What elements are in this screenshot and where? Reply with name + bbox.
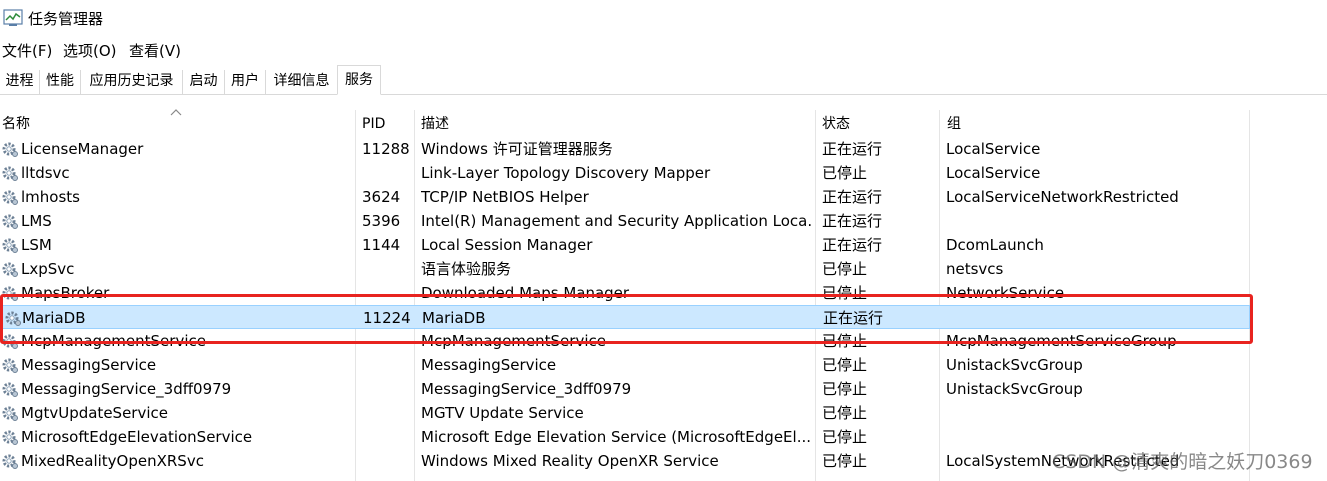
title-bar: 任务管理器 (0, 0, 1327, 38)
cell-status: 正在运行 (822, 188, 883, 206)
gear-icon (2, 238, 18, 253)
watermark: CSDN @清爽的暗之妖刀0369 (1052, 451, 1313, 473)
cell-group: LocalService (946, 164, 1041, 182)
gear-icon (2, 358, 18, 373)
table-header: 名称 PID 描述 状态 组 (0, 110, 1327, 136)
column-header-pid[interactable]: PID (362, 114, 385, 134)
cell-name: MessagingService_3dff0979 (21, 380, 232, 398)
table-row[interactable]: MicrosoftEdgeElevationService Microsoft … (0, 425, 1250, 449)
cell-description: Windows 许可证管理器服务 (421, 140, 613, 158)
menu-options[interactable]: 选项(O) (63, 41, 117, 61)
gear-icon (2, 214, 18, 229)
cell-pid: 3624 (362, 188, 401, 206)
gear-icon (2, 190, 18, 205)
cell-group: UnistackSvcGroup (946, 356, 1083, 374)
menu-view[interactable]: 查看(V) (129, 41, 181, 61)
cell-description: MessagingService_3dff0979 (421, 380, 632, 398)
table-row[interactable]: lmhosts 3624 TCP/IP NetBIOS Helper 正在运行 … (0, 185, 1250, 209)
table-row[interactable]: MessagingService_3dff0979 MessagingServi… (0, 377, 1250, 401)
tab-startup[interactable]: 启动 (182, 70, 224, 94)
cell-name: MgtvUpdateService (21, 404, 168, 422)
table-row[interactable]: LMS 5396 Intel(R) Management and Securit… (0, 209, 1250, 233)
cell-group: LocalServiceNetworkRestricted (946, 188, 1179, 206)
tab-strip: 进程 性能 应用历史记录 启动 用户 详细信息 服务 (0, 64, 1327, 95)
table-row[interactable]: lltdsvc Link-Layer Topology Discovery Ma… (0, 161, 1250, 185)
cell-name: LSM (21, 236, 52, 254)
table-row[interactable]: LSM 1144 Local Session Manager 正在运行 Dcom… (0, 233, 1250, 257)
column-header-description[interactable]: 描述 (421, 114, 449, 134)
cell-description: MGTV Update Service (421, 404, 584, 422)
cell-name: LMS (21, 212, 52, 230)
column-header-name[interactable]: 名称 (2, 114, 30, 134)
gear-icon (2, 142, 18, 157)
cell-status: 正在运行 (822, 140, 883, 158)
cell-status: 已停止 (822, 260, 868, 278)
gear-icon (2, 382, 18, 397)
table-row[interactable]: LicenseManager 11288 Windows 许可证管理器服务 正在… (0, 137, 1250, 161)
menu-bar: 文件(F) 选项(O) 查看(V) (0, 38, 1327, 62)
cell-description: MessagingService (421, 356, 557, 374)
cell-description: Windows Mixed Reality OpenXR Service (421, 452, 719, 470)
cell-group: netsvcs (946, 260, 1004, 278)
tab-performance[interactable]: 性能 (39, 70, 80, 94)
cell-description: Link-Layer Topology Discovery Mapper (421, 164, 711, 182)
cell-group: DcomLaunch (946, 236, 1044, 254)
cell-status: 已停止 (822, 380, 868, 398)
cell-name: lltdsvc (21, 164, 70, 182)
tab-details[interactable]: 详细信息 (265, 70, 337, 94)
cell-status: 已停止 (822, 428, 868, 446)
annotation-highlight-box (0, 294, 1253, 344)
cell-pid: 5396 (362, 212, 401, 230)
cell-description: 语言体验服务 (421, 260, 512, 278)
task-manager-icon (3, 9, 23, 26)
cell-status: 已停止 (822, 356, 868, 374)
cell-name: MessagingService (21, 356, 157, 374)
tab-app-history[interactable]: 应用历史记录 (80, 70, 182, 94)
gear-icon (2, 406, 18, 421)
cell-status: 正在运行 (822, 236, 883, 254)
table-row[interactable]: LxpSvc 语言体验服务 已停止 netsvcs (0, 257, 1250, 281)
cell-group: LocalService (946, 140, 1041, 158)
cell-name: LicenseManager (21, 140, 144, 158)
gear-icon (2, 454, 18, 469)
cell-name: MixedRealityOpenXRSvc (21, 452, 204, 470)
cell-status: 已停止 (822, 164, 868, 182)
cell-group: UnistackSvcGroup (946, 380, 1083, 398)
table-row[interactable]: MgtvUpdateService MGTV Update Service 已停… (0, 401, 1250, 425)
table-row[interactable]: MessagingService MessagingService 已停止 Un… (0, 353, 1250, 377)
gear-icon (2, 430, 18, 445)
cell-description: Intel(R) Management and Security Applica… (421, 212, 811, 230)
gear-icon (2, 166, 18, 181)
tab-users[interactable]: 用户 (224, 70, 265, 94)
cell-pid: 1144 (362, 236, 401, 254)
tab-processes[interactable]: 进程 (0, 70, 39, 94)
gear-icon (2, 262, 18, 277)
cell-status: 已停止 (822, 404, 868, 422)
cell-name: MicrosoftEdgeElevationService (21, 428, 253, 446)
column-header-group[interactable]: 组 (947, 114, 961, 134)
window-title: 任务管理器 (28, 10, 104, 28)
menu-file[interactable]: 文件(F) (2, 41, 52, 61)
cell-name: LxpSvc (21, 260, 75, 278)
column-header-status[interactable]: 状态 (822, 114, 850, 134)
cell-name: lmhosts (21, 188, 80, 206)
cell-status: 已停止 (822, 452, 868, 470)
cell-description: TCP/IP NetBIOS Helper (421, 188, 589, 206)
tab-services[interactable]: 服务 (337, 65, 381, 95)
cell-status: 正在运行 (822, 212, 883, 230)
cell-description: Local Session Manager (421, 236, 593, 254)
cell-description: Microsoft Edge Elevation Service (Micros… (421, 428, 811, 446)
cell-pid: 11288 (362, 140, 410, 158)
